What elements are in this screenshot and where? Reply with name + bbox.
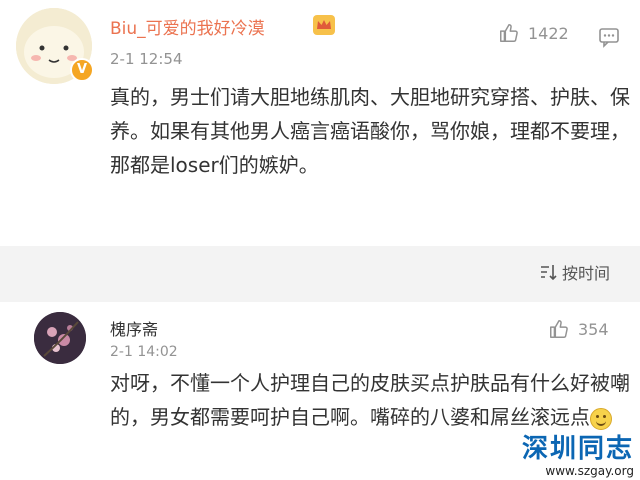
like-button[interactable]: 1422 bbox=[498, 22, 569, 44]
crown-icon bbox=[313, 15, 335, 35]
smile-emoji-icon bbox=[590, 407, 612, 430]
sort-icon bbox=[541, 265, 557, 281]
like-count: 354 bbox=[578, 319, 609, 339]
comment-time: 2-1 12:54 bbox=[110, 50, 183, 68]
watermark-title: 深圳同志 bbox=[521, 434, 634, 464]
thumbs-up-icon bbox=[550, 320, 568, 338]
username[interactable]: Biu_可爱的我好冷漠 bbox=[110, 14, 265, 39]
sort-label: 按时间 bbox=[562, 264, 611, 283]
comment-1: V Biu_可爱的我好冷漠 2-1 12:54 1422 真的，男士们请大胆地练… bbox=[0, 0, 640, 246]
like-button[interactable]: 354 bbox=[548, 318, 609, 340]
watermark: 深圳同志 www.szgay.org bbox=[521, 434, 634, 478]
comment-text: 对呀，不懂一个人护理自己的皮肤买点护肤品有什么好被嘲的，男女都需要呵护自己啊。嘴… bbox=[110, 366, 630, 434]
watermark-url: www.szgay.org bbox=[521, 464, 634, 478]
comment-text-body: 对呀，不懂一个人护理自己的皮肤买点护肤品有什么好被嘲的，男女都需要呵护自己啊。嘴… bbox=[110, 371, 630, 429]
avatar[interactable] bbox=[34, 312, 86, 364]
flower-avatar-icon bbox=[34, 312, 86, 364]
comment-time: 2-1 14:02 bbox=[110, 344, 178, 360]
comment-text: 真的，男士们请大胆地练肌肉、大胆地研究穿搭、护肤、保养。如果有其他男人癌言癌语酸… bbox=[110, 85, 630, 177]
sort-by-time-button[interactable]: 按时间 bbox=[538, 260, 610, 284]
username[interactable]: 槐序斋 bbox=[110, 316, 158, 340]
like-count: 1422 bbox=[528, 23, 569, 43]
thumbs-up-icon bbox=[500, 24, 518, 42]
verified-badge: V bbox=[70, 58, 94, 82]
comment-reply-icon[interactable] bbox=[598, 26, 620, 48]
